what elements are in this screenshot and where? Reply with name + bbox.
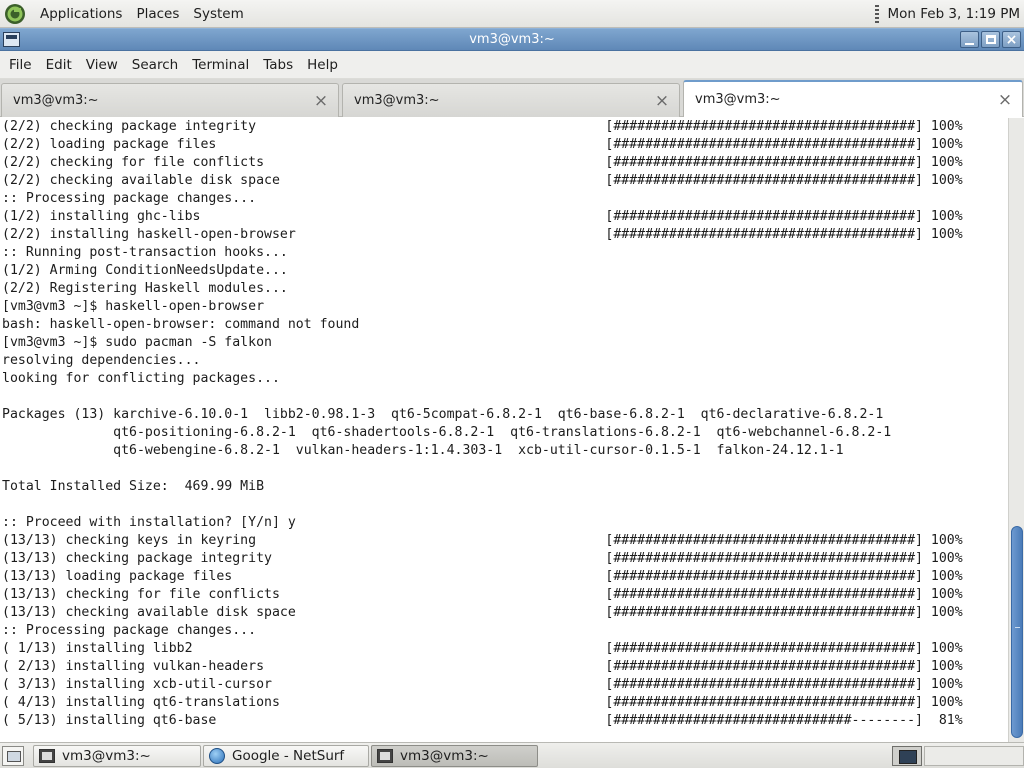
globe-icon	[209, 748, 225, 764]
panel-right-area: Mon Feb 3, 1:19 PM	[875, 0, 1024, 28]
terminal-line: (13/13) loading package files [#########…	[2, 569, 963, 584]
panel-handle-icon[interactable]	[875, 4, 880, 23]
vertical-scrollbar[interactable]	[1008, 118, 1024, 742]
terminal-line: ( 2/13) installing vulkan-headers [#####…	[2, 659, 963, 674]
minimize-button[interactable]	[960, 31, 979, 48]
menu-edit[interactable]: Edit	[39, 53, 79, 77]
scrollbar-thumb[interactable]	[1011, 526, 1023, 738]
tab-3[interactable]: vm3@vm3:~ ×	[683, 80, 1023, 117]
workspace-switcher-active[interactable]	[892, 746, 922, 766]
workspace-switcher[interactable]	[924, 746, 1024, 766]
terminal-line: (2/2) loading package files [###########…	[2, 137, 963, 152]
terminal-line: ( 3/13) installing xcb-util-cursor [####…	[2, 677, 963, 692]
window-controls: ×	[960, 31, 1021, 48]
terminal-output[interactable]: (2/2) checking package integrity [######…	[0, 118, 1008, 742]
tab-close-icon[interactable]: ×	[651, 91, 673, 111]
terminal-line: (2/2) checking for file conflicts [#####…	[2, 155, 963, 170]
bottom-panel: vm3@vm3:~ Google - NetSurf vm3@vm3:~	[0, 742, 1024, 768]
tab-label: vm3@vm3:~	[13, 93, 99, 108]
menu-file[interactable]: File	[2, 53, 39, 77]
tab-label: vm3@vm3:~	[695, 92, 781, 107]
tab-close-icon[interactable]: ×	[994, 90, 1016, 110]
clock[interactable]: Mon Feb 3, 1:19 PM	[887, 6, 1024, 22]
terminal-line: (13/13) checking available disk space [#…	[2, 605, 963, 620]
terminal-line: qt6-positioning-6.8.2-1 qt6-shadertools-…	[2, 425, 892, 440]
window-menu-icon[interactable]	[3, 32, 20, 47]
terminal-line: (13/13) checking keys in keyring [######…	[2, 533, 963, 548]
terminal-line: (2/2) installing haskell-open-browser [#…	[2, 227, 963, 242]
window-title: vm3@vm3:~	[469, 32, 555, 47]
maximize-icon	[985, 35, 996, 44]
terminal-line: (2/2) checking package integrity [######…	[2, 119, 963, 134]
tab-2[interactable]: vm3@vm3:~ ×	[342, 83, 680, 117]
terminal-line: [vm3@vm3 ~]$ sudo pacman -S falkon	[2, 335, 272, 350]
terminal-line: (2/2) checking available disk space [###…	[2, 173, 963, 188]
terminal-line: ( 1/13) installing libb2 [##############…	[2, 641, 963, 656]
terminal-line: ( 4/13) installing qt6-translations [###…	[2, 695, 963, 710]
taskbar-button-label: vm3@vm3:~	[62, 748, 151, 764]
terminal-line: Packages (13) karchive-6.10.0-1 libb2-0.…	[2, 407, 884, 422]
terminal-line: looking for conflicting packages...	[2, 371, 280, 386]
terminal-line: (13/13) checking for file conflicts [###…	[2, 587, 963, 602]
taskbar-button-label: vm3@vm3:~	[400, 748, 489, 764]
terminal-line: Total Installed Size: 469.99 MiB	[2, 479, 265, 494]
taskbar-button-label: Google - NetSurf	[232, 748, 345, 764]
terminal-line: (13/13) checking package integrity [####…	[2, 551, 963, 566]
mate-logo-icon[interactable]	[4, 3, 26, 25]
system-menu[interactable]: System	[186, 0, 250, 28]
show-desktop-button[interactable]	[2, 746, 24, 766]
terminal-line: (2/2) Registering Haskell modules...	[2, 281, 288, 296]
tab-bar: vm3@vm3:~ × vm3@vm3:~ × vm3@vm3:~ ×	[0, 79, 1024, 117]
menu-tabs[interactable]: Tabs	[256, 53, 300, 77]
menu-view[interactable]: View	[79, 53, 125, 77]
terminal-icon	[39, 749, 55, 763]
maximize-button[interactable]	[981, 31, 1000, 48]
tab-close-icon[interactable]: ×	[310, 91, 332, 111]
top-panel: Applications Places System Mon Feb 3, 1:…	[0, 0, 1024, 28]
terminal-icon	[377, 749, 393, 763]
terminal-line: (1/2) Arming ConditionNeedsUpdate...	[2, 263, 288, 278]
taskbar-button-terminal-1[interactable]: vm3@vm3:~	[33, 745, 201, 767]
scrollbar-grip-icon	[1015, 627, 1020, 628]
terminal-line: qt6-webengine-6.8.2-1 vulkan-headers-1:1…	[2, 443, 844, 458]
terminal-text: (2/2) checking package integrity [######…	[0, 118, 1008, 730]
terminal-line: ( 5/13) installing qt6-base [###########…	[2, 713, 963, 728]
applications-menu[interactable]: Applications	[33, 0, 129, 28]
terminal-line: [vm3@vm3 ~]$ haskell-open-browser	[2, 299, 265, 314]
menu-search[interactable]: Search	[125, 53, 185, 77]
terminal-line: :: Running post-transaction hooks...	[2, 245, 288, 260]
close-button[interactable]: ×	[1002, 31, 1021, 48]
terminal-line: (1/2) installing ghc-libs [#############…	[2, 209, 963, 224]
terminal-line: :: Processing package changes...	[2, 191, 257, 206]
menu-help[interactable]: Help	[300, 53, 345, 77]
minimize-icon	[965, 42, 974, 45]
terminal-line: :: Processing package changes...	[2, 623, 257, 638]
tab-1[interactable]: vm3@vm3:~ ×	[1, 83, 339, 117]
menu-terminal[interactable]: Terminal	[185, 53, 256, 77]
tab-label: vm3@vm3:~	[354, 93, 440, 108]
terminal-line: :: Proceed with installation? [Y/n] y	[2, 515, 296, 530]
terminal-line: resolving dependencies...	[2, 353, 201, 368]
terminal-line: bash: haskell-open-browser: command not …	[2, 317, 360, 332]
menubar: File Edit View Search Terminal Tabs Help	[0, 51, 1024, 79]
window-titlebar[interactable]: vm3@vm3:~ ×	[0, 28, 1024, 51]
places-menu[interactable]: Places	[129, 0, 186, 28]
taskbar-button-netsurf[interactable]: Google - NetSurf	[203, 745, 369, 767]
taskbar-button-terminal-2[interactable]: vm3@vm3:~	[371, 745, 538, 767]
